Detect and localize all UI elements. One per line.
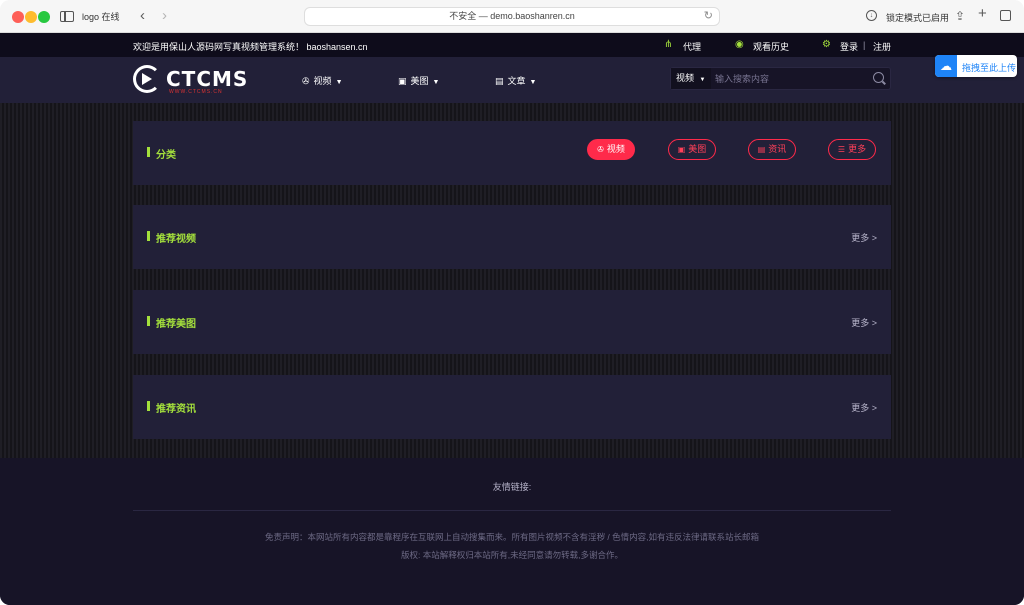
- browser-toolbar: logo 在线 ‹ › 不安全 — demo.baoshanren.cn ↻ ↓…: [0, 0, 1024, 33]
- document-icon: ▤: [757, 145, 766, 154]
- film-reel-icon: ✇: [302, 76, 310, 86]
- browser-window: logo 在线 ‹ › 不安全 — demo.baoshanren.cn ↻ ↓…: [0, 0, 1024, 605]
- login-register-separator: |: [863, 40, 866, 50]
- zoom-window-button[interactable]: [38, 11, 50, 23]
- top-info-bar: 欢迎是用保山人源码网写真视频管理系统！ baoshansen.cn ⋔ 代理 ◉…: [0, 33, 1024, 57]
- recommended-news-panel: 推荐资讯 更多 >: [133, 375, 891, 439]
- address-bar-text: 不安全 — demo.baoshanren.cn: [449, 11, 575, 21]
- site-header: CTCMS WWW.CTCMS.CN ✇ 视频 ▼ ▣ 美图 ▼ ▤ 文章 ▼ 视频 ▼: [0, 57, 1024, 103]
- eye-icon: ◉: [735, 39, 744, 50]
- search-icon[interactable]: [873, 72, 884, 83]
- tab-overview-icon[interactable]: [1000, 10, 1011, 21]
- site-logo[interactable]: CTCMS WWW.CTCMS.CN: [133, 63, 247, 97]
- recommended-image-panel: 推荐美图 更多 >: [133, 290, 891, 354]
- category-image-button[interactable]: ▣ 美图: [668, 139, 716, 160]
- copyright-text: 版权: 本站解释权归本站所有,未经同意请勿转载,多谢合作。: [401, 550, 623, 560]
- recommended-image-more-link[interactable]: 更多 >: [851, 316, 877, 329]
- recommended-image-title: 推荐美图: [147, 315, 196, 330]
- caret-down-icon: ▼: [432, 79, 440, 86]
- close-window-button[interactable]: [12, 11, 24, 23]
- download-icon[interactable]: ↓: [866, 10, 877, 21]
- nav-article-label: 文章: [507, 76, 526, 86]
- nav-image[interactable]: ▣ 美图 ▼: [398, 74, 439, 87]
- recommended-video-panel: 推荐视频 更多 >: [133, 205, 891, 269]
- register-link[interactable]: 注册: [873, 40, 891, 53]
- category-video-button[interactable]: ✇ 视频: [587, 139, 635, 160]
- image-icon: ▣: [398, 76, 407, 86]
- logo-subtext: WWW.CTCMS.CN: [169, 89, 223, 95]
- document-icon: ▤: [495, 76, 504, 86]
- category-more-button[interactable]: ☰ 更多: [828, 139, 876, 160]
- recommended-news-title: 推荐资讯: [147, 400, 196, 415]
- minimize-window-button[interactable]: [25, 11, 37, 23]
- nav-video[interactable]: ✇ 视频 ▼: [302, 74, 343, 87]
- nav-image-label: 美图: [410, 76, 429, 86]
- search-type-label: 视频: [676, 73, 695, 83]
- category-news-label: 资讯: [768, 144, 787, 154]
- friend-links-label: 友情链接:: [492, 482, 532, 492]
- recommended-video-title: 推荐视频: [147, 230, 196, 245]
- tab-group-title[interactable]: logo 在线: [82, 10, 120, 23]
- category-news-button[interactable]: ▤ 资讯: [748, 139, 796, 160]
- new-tab-icon[interactable]: +: [978, 6, 987, 22]
- play-icon: [142, 73, 152, 85]
- search-type-select[interactable]: 视频 ▼: [671, 68, 711, 89]
- list-icon: ☰: [837, 145, 846, 154]
- caret-down-icon: ▼: [529, 79, 537, 86]
- agent-link[interactable]: 代理: [683, 40, 701, 53]
- login-link[interactable]: 登录: [840, 40, 858, 53]
- category-image-label: 美图: [688, 144, 707, 154]
- film-reel-icon: ✇: [597, 145, 604, 154]
- welcome-text: 欢迎是用保山人源码网写真视频管理系统！ baoshansen.cn: [133, 42, 368, 52]
- site-footer: 友情链接: 免责声明：本网站所有内容都是靠程序在互联网上自动搜集而来。所有图片视…: [0, 458, 1024, 605]
- category-more-label: 更多: [848, 144, 867, 154]
- recommended-video-more-link[interactable]: 更多 >: [851, 231, 877, 244]
- logo-text: CTCMS: [166, 67, 249, 91]
- back-arrow-icon[interactable]: ‹: [140, 8, 145, 24]
- category-video-label: 视频: [606, 144, 625, 154]
- sidebar-toggle-icon[interactable]: [60, 11, 74, 22]
- upload-extension-label: 拖拽至此上传: [962, 63, 1017, 73]
- page-content: 欢迎是用保山人源码网写真视频管理系统！ baoshansen.cn ⋔ 代理 ◉…: [0, 33, 1024, 605]
- cloud-upload-icon: ☁: [935, 55, 957, 77]
- upload-extension-widget[interactable]: ☁ 拖拽至此上传: [935, 55, 1017, 77]
- lockdown-mode-label: 锁定模式已启用: [886, 13, 950, 23]
- disclaimer-text: 免责声明：本网站所有内容都是靠程序在互联网上自动搜集而来。所有图片视频不含有淫秽…: [265, 532, 759, 542]
- caret-down-icon: ▼: [335, 79, 343, 86]
- footer-divider: [133, 510, 891, 511]
- recommended-news-more-link[interactable]: 更多 >: [851, 401, 877, 414]
- reload-icon[interactable]: ↻: [704, 8, 713, 25]
- agent-icon: ⋔: [664, 39, 673, 50]
- category-title: 分类: [147, 146, 176, 161]
- search-box: 视频 ▼: [670, 67, 891, 90]
- nav-article[interactable]: ▤ 文章 ▼: [495, 74, 536, 87]
- category-panel: 分类 ✇ 视频 ▣ 美图 ▤ 资讯 ☰ 更多: [133, 121, 891, 185]
- forward-arrow-icon[interactable]: ›: [162, 8, 167, 24]
- steam-icon: ⚙: [822, 39, 831, 50]
- content-area: 分类 ✇ 视频 ▣ 美图 ▤ 资讯 ☰ 更多 推荐视频 更多 > 推荐美图 更多…: [0, 103, 1024, 458]
- caret-down-icon: ▼: [699, 77, 706, 83]
- share-icon[interactable]: ⇪: [955, 8, 965, 24]
- address-bar[interactable]: 不安全 — demo.baoshanren.cn ↻: [304, 7, 720, 26]
- search-input[interactable]: [715, 70, 865, 87]
- image-icon: ▣: [677, 145, 686, 154]
- watch-history-link[interactable]: 观看历史: [753, 40, 789, 53]
- nav-video-label: 视频: [313, 76, 332, 86]
